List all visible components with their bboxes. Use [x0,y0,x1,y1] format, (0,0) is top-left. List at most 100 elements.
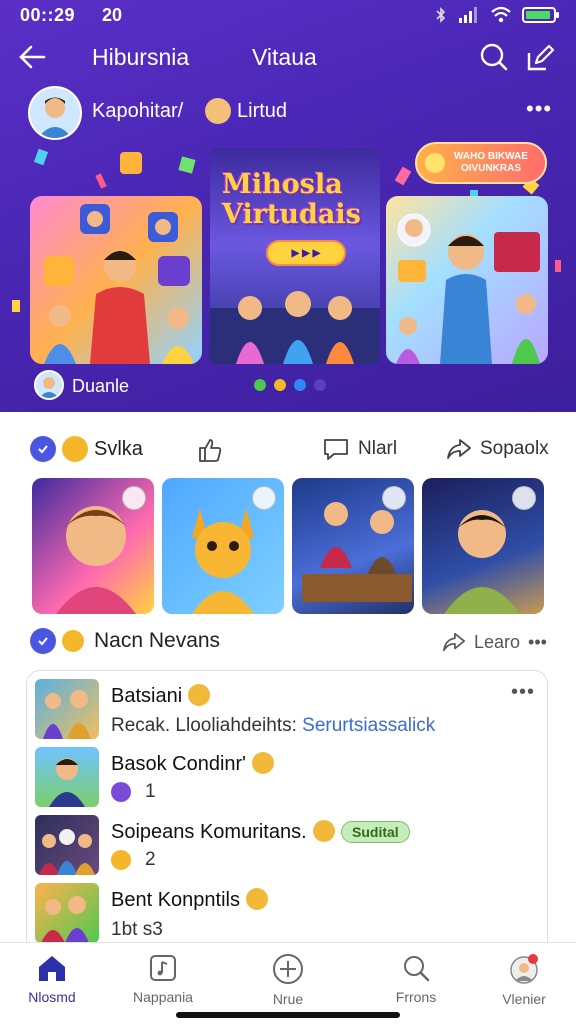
footer-avatar[interactable] [34,370,64,400]
item-count: 2 [111,849,156,871]
item-thumbnail [35,815,99,875]
status-notification: 20 [102,5,123,25]
video-thumbnail[interactable] [422,478,544,614]
share-label: Sopaolx [480,438,549,459]
carousel-dots[interactable] [254,379,326,391]
list-item[interactable]: Soipeans Komuritans. Sudital 2 [27,811,547,877]
nav-create[interactable]: Nrue [238,953,338,1013]
item-title-text: Bent Konpntils [111,889,240,911]
promo-pill-label: WAHO BIKWAE OIVUNKRAS [454,151,528,174]
clock-icon [512,486,536,510]
status-time: 00::29 [20,5,76,25]
section-title-group: Nacn Nevans [30,628,220,654]
carousel-dot-2[interactable] [274,379,286,391]
carousel-slide-right[interactable] [386,196,548,364]
item-count: 1 [111,781,156,803]
more-options-icon[interactable]: ••• [528,632,547,653]
comment-icon [324,439,348,460]
item-title: Soipeans Komuritans. [111,819,335,844]
carousel-dot-3[interactable] [294,379,306,391]
compose-icon[interactable] [524,41,556,73]
home-indicator [176,1012,400,1018]
carousel-slide-left[interactable] [30,196,202,364]
item-title: Batsiani [111,683,211,708]
hero-banner: 00::29 20 Hibursnia Vitaua Kapohitar/ Li… [0,0,576,412]
profile-row: Kapohitar/ Lirtud ••• [0,86,576,142]
cartoon-illustration [41,896,89,943]
item-title: Bent Konpntils [111,887,268,912]
back-arrow-icon[interactable] [16,40,50,74]
smile-emoji-icon [62,436,88,462]
video-thumbnail[interactable] [32,478,154,614]
reaction-row: Svlka Nlarl Sopaolx [0,430,576,474]
reaction-summary[interactable]: Svlka [30,436,143,462]
check-badge-icon [30,628,56,654]
list-item[interactable]: Bent Konpntils 1bt s3 [27,879,547,945]
status-badge[interactable]: Sudital [341,821,410,843]
profile-badge-icon [205,98,231,124]
list-item[interactable]: Basok Condinr' 1 [27,743,547,809]
nav-home[interactable]: Nlosmd [2,953,102,1013]
featured-carousel[interactable]: Mihosla Virtudais ▶ ▶ ▶ WAHO BIKWAE OIVU… [30,142,550,368]
nav-music-label: Nappania [133,989,193,1005]
nav-create-label: Nrue [272,991,304,1007]
video-thumbnail[interactable] [162,478,284,614]
nav-tab-right[interactable]: Vitaua [252,44,317,71]
thumbs-up-icon[interactable] [196,436,224,464]
item-subtitle: 1bt s3 [111,919,163,940]
top-nav: Hibursnia Vitaua [0,38,576,78]
search-icon[interactable] [478,41,510,73]
community-list: Batsiani Recak. Llooliahdeihts: Serurtsi… [26,670,548,960]
item-thumbnail [35,679,99,739]
list-item[interactable]: Batsiani Recak. Llooliahdeihts: Serurtsi… [27,675,547,741]
profile-tag[interactable]: Lirtud [237,100,287,123]
item-thumbnail [35,747,99,807]
footer-name[interactable]: Duanle [72,376,129,397]
nav-profile[interactable]: Vlenier [474,953,574,1013]
item-title-text: Batsiani [111,685,183,707]
person-icon [30,88,80,138]
section-header: Nacn Nevans Learo ••• [0,620,576,664]
nav-home-label: Nlosmd [28,989,76,1005]
carousel-dot-1[interactable] [254,379,266,391]
status-bar: 00::29 20 [0,0,576,32]
group-icon [111,782,131,802]
video-thumbnails [32,478,546,614]
plus-circle-icon [273,954,303,984]
reaction-label: Svlka [94,437,143,460]
cartoon-illustration [44,204,194,364]
bluetooth-icon [436,7,446,23]
hero-footer: Duanle [34,370,434,402]
share-button[interactable]: Sopaolx [446,436,549,462]
home-icon [39,956,65,981]
comment-label: Nlarl [358,438,398,459]
profile-name[interactable]: Kapohitar/ [92,100,183,123]
cartoon-illustration [210,291,380,364]
more-options-icon[interactable]: ••• [511,681,535,704]
cartoon-illustration [39,829,95,875]
profile-avatar[interactable] [28,86,82,140]
status-icons [434,6,559,24]
smile-emoji-icon [245,887,268,910]
learn-more-button[interactable]: Learo ••• [442,630,547,654]
item-count-value: 2 [145,849,156,870]
carousel-dot-4[interactable] [314,379,326,391]
clock-icon [382,486,406,510]
nav-search[interactable]: Frrons [366,953,466,1013]
megaphone-icon [425,153,445,173]
wifi-icon [491,6,511,23]
carousel-slide-featured[interactable]: Mihosla Virtudais ▶ ▶ ▶ [210,148,380,364]
check-badge-icon [30,436,56,462]
carousel-cta-button[interactable]: ▶ ▶ ▶ [266,240,346,266]
profile-notification-icon [510,954,538,984]
more-options-icon[interactable]: ••• [526,96,552,122]
nav-music[interactable]: Nappania [113,953,213,1013]
item-count-value: 1 [145,781,156,802]
comment-button[interactable]: Nlarl [322,436,397,462]
item-link[interactable]: Serurtsiassalick [302,715,435,736]
promo-pill-button[interactable]: WAHO BIKWAE OIVUNKRAS [415,142,547,184]
video-thumbnail[interactable] [292,478,414,614]
nav-profile-label: Vlenier [502,991,546,1007]
cartoon-illustration [43,690,91,739]
nav-tab-left[interactable]: Hibursnia [92,44,189,71]
